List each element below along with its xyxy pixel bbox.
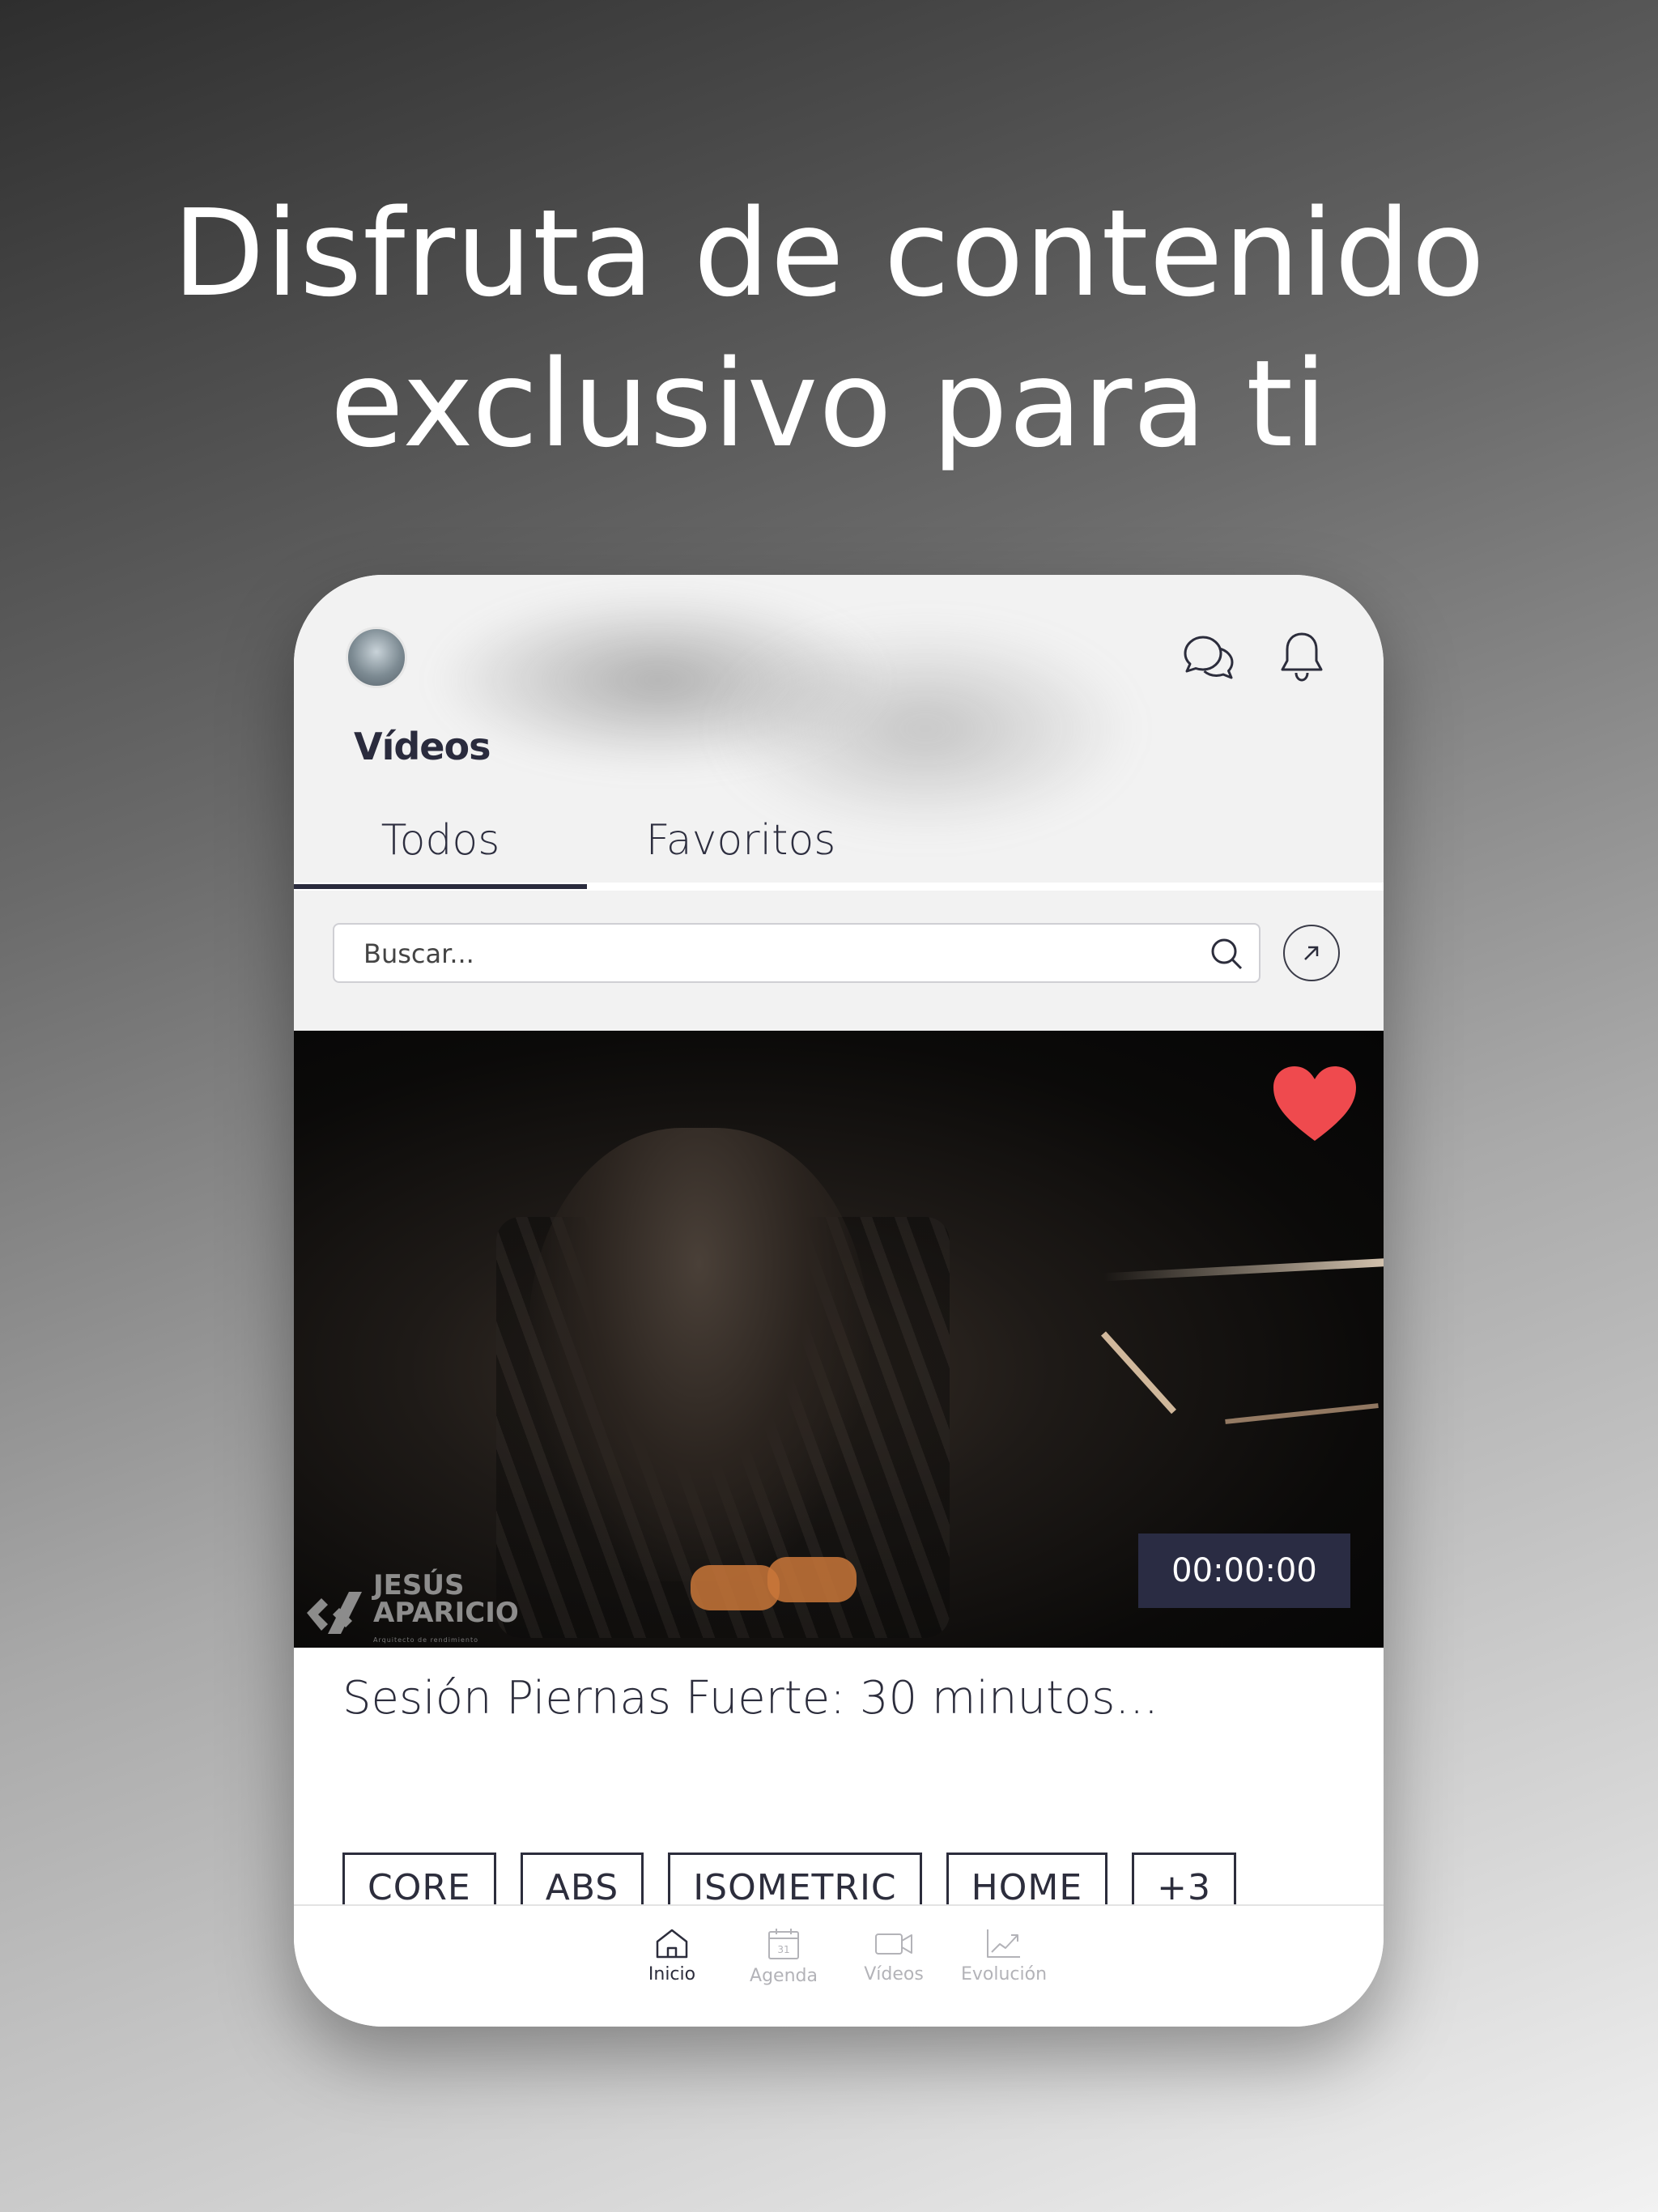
thumbnail-light <box>1225 1403 1379 1424</box>
video-camera-icon <box>875 1933 912 1955</box>
nav-item-inicio[interactable]: Inicio <box>619 1927 725 1984</box>
nav-label-videos: Vídeos <box>864 1964 924 1984</box>
nav-label-evolucion: Evolución <box>960 1964 1048 1984</box>
heart-favorite-icon[interactable] <box>1270 1063 1359 1144</box>
open-external-button[interactable] <box>1283 925 1340 981</box>
thumbnail-light <box>1101 1331 1176 1414</box>
tab-todos[interactable]: Todos <box>294 792 587 889</box>
watermark: JESÚS APARICIO Arquitecto de rendimiento <box>304 1572 519 1648</box>
thumbnail-shoe <box>767 1557 857 1602</box>
thumbnail-shoe <box>691 1565 780 1610</box>
video-thumbnail[interactable]: JESÚS APARICIO Arquitecto de rendimiento… <box>294 1031 1384 1648</box>
nav-item-agenda[interactable]: 31 Agenda <box>731 1927 836 1986</box>
watermark-line-1: JESÚS <box>373 1569 465 1602</box>
nav-label-agenda: Agenda <box>750 1966 818 1986</box>
tablet-frame: Vídeos Todos Favoritos Buscar... JESÚS A… <box>294 575 1384 2027</box>
page-title: Vídeos <box>354 725 491 768</box>
arrow-up-right-icon <box>1304 946 1319 960</box>
tab-bar: Todos Favoritos <box>294 792 1384 892</box>
tab-favoritos[interactable]: Favoritos <box>587 792 895 889</box>
thumbnail-light <box>1103 1257 1384 1282</box>
search-icon[interactable] <box>1209 936 1244 972</box>
search-box <box>333 923 1261 983</box>
bottom-nav: Inicio 31 Agenda Vídeos Evolución <box>294 1904 1384 2027</box>
promo-headline: Disfruta de contenido exclusivo para ti <box>0 178 1658 479</box>
active-tab-indicator <box>294 884 587 889</box>
search-bar-area <box>294 891 1384 1036</box>
watermark-line-2: APARICIO <box>373 1597 519 1629</box>
thumbnail-athlete-shape <box>529 1128 869 1581</box>
search-input[interactable] <box>362 925 1175 983</box>
duration-badge: 00:00:00 <box>1138 1534 1350 1608</box>
home-icon <box>656 1929 688 1959</box>
video-title[interactable]: Sesión Piernas Fuerte: 30 minutos... <box>342 1672 1158 1725</box>
watermark-tagline: Arquitecto de rendimiento <box>373 1636 479 1644</box>
avatar[interactable] <box>346 627 407 688</box>
watermark-text: JESÚS APARICIO Arquitecto de rendimiento <box>373 1572 519 1648</box>
brand-logo-icon <box>307 1592 362 1634</box>
headline-line-2: exclusivo para ti <box>329 334 1329 474</box>
tag-list: CORE ABS ISOMETRIC HOME +3 <box>342 1853 1236 1922</box>
nav-item-evolucion[interactable]: Evolución <box>951 1927 1056 1984</box>
calendar-day: 31 <box>777 1944 789 1955</box>
trend-chart-icon <box>987 1929 1020 1958</box>
headline-line-1: Disfruta de contenido <box>172 184 1486 323</box>
bell-icon[interactable] <box>1273 628 1331 687</box>
nav-item-videos[interactable]: Vídeos <box>841 1927 946 1984</box>
calendar-icon: 31 <box>768 1929 799 1959</box>
chat-icon[interactable] <box>1180 628 1238 687</box>
nav-label-inicio: Inicio <box>648 1964 696 1984</box>
